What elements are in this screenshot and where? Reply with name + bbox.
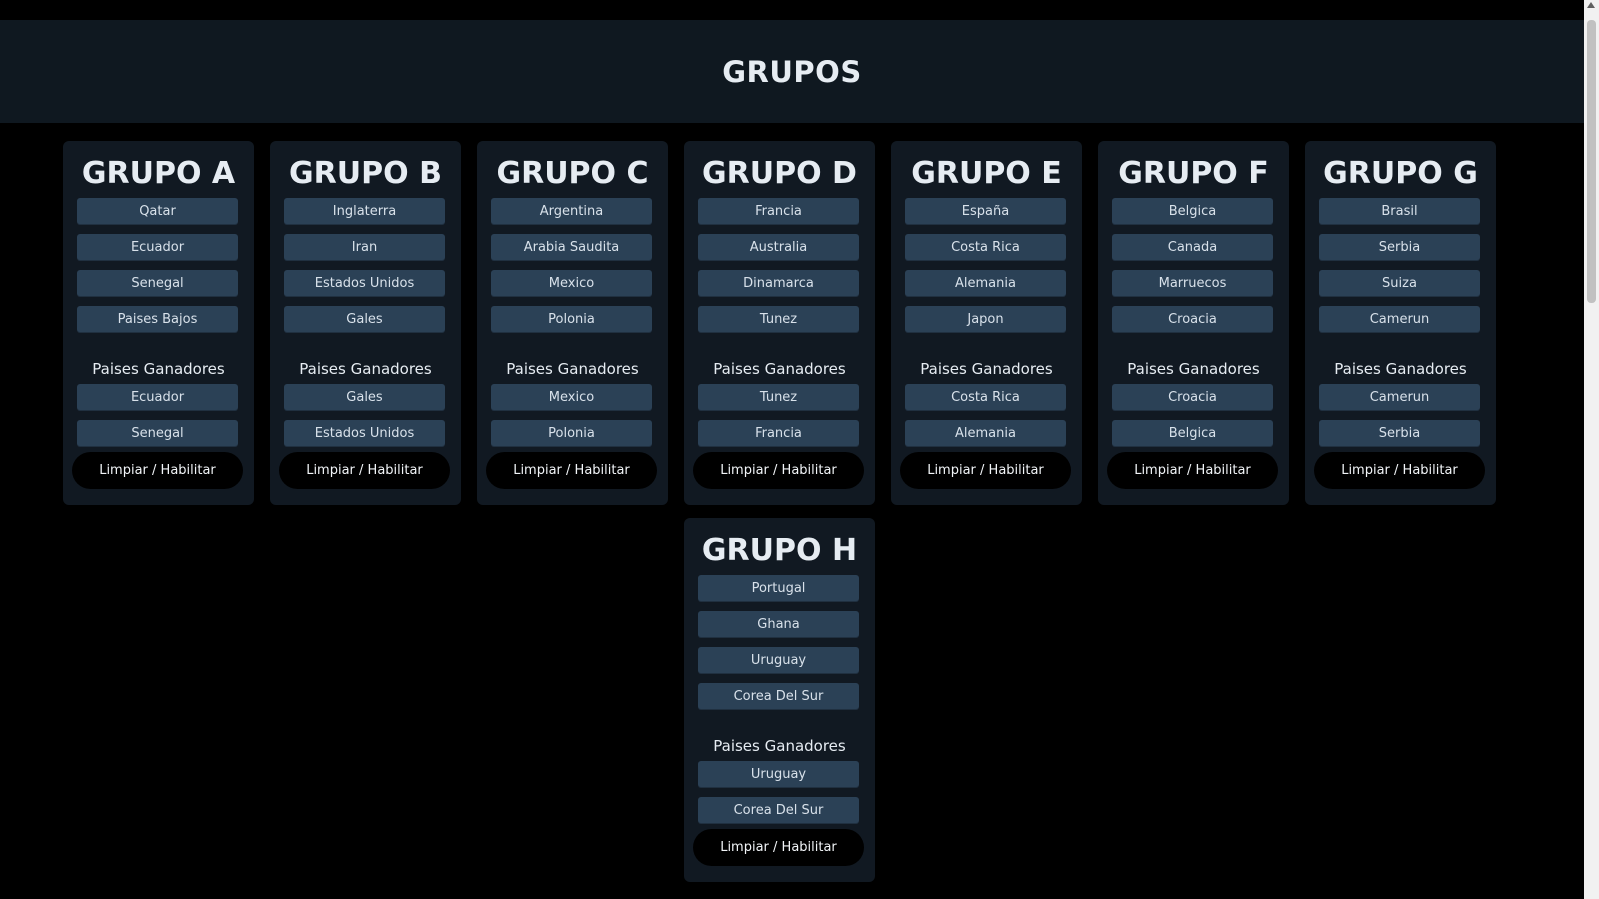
team-button[interactable]: Argentina: [491, 198, 652, 225]
group-title: GRUPO C: [496, 156, 649, 191]
team-button[interactable]: Inglaterra: [284, 198, 445, 225]
winner-item[interactable]: Serbia: [1319, 420, 1480, 447]
winner-item[interactable]: Ecuador: [77, 384, 238, 411]
winner-item[interactable]: Corea Del Sur: [698, 797, 859, 824]
group-card-c: GRUPO C Argentina Arabia Saudita Mexico Polo…: [477, 141, 668, 505]
team-button[interactable]: Belgica: [1112, 198, 1273, 225]
reset-enable-button[interactable]: Limpiar / Habilitar: [1107, 452, 1278, 489]
page-header: GRUPOS: [0, 20, 1584, 123]
page: GRUPOS GRUPO A Qatar Ecuador Senegal Paises …: [0, 0, 1584, 899]
scrollbar-thumb[interactable]: [1587, 20, 1596, 303]
team-button[interactable]: Suiza: [1319, 270, 1480, 297]
group-card-b: GRUPO B Inglaterra Iran Estados Unidos Gales…: [270, 141, 461, 505]
group-title: GRUPO E: [911, 156, 1062, 191]
reset-enable-button[interactable]: Limpiar / Habilitar: [279, 452, 450, 489]
group-card-a: GRUPO A Qatar Ecuador Senegal Paises Bajos Pa…: [63, 141, 254, 505]
team-button[interactable]: Gales: [284, 306, 445, 333]
team-button[interactable]: Alemania: [905, 270, 1066, 297]
winner-item[interactable]: Gales: [284, 384, 445, 411]
team-button[interactable]: Senegal: [77, 270, 238, 297]
group-title: GRUPO B: [289, 156, 442, 191]
team-button[interactable]: Australia: [698, 234, 859, 261]
team-button[interactable]: Tunez: [698, 306, 859, 333]
winners-label: Paises Ganadores: [713, 737, 846, 755]
group-title: GRUPO G: [1323, 156, 1478, 191]
winners-label: Paises Ganadores: [713, 360, 846, 378]
winner-item[interactable]: Polonia: [491, 420, 652, 447]
winners-label: Paises Ganadores: [506, 360, 639, 378]
group-title: GRUPO H: [701, 533, 858, 568]
team-button[interactable]: Uruguay: [698, 647, 859, 674]
team-button[interactable]: Dinamarca: [698, 270, 859, 297]
winners-label: Paises Ganadores: [920, 360, 1053, 378]
winner-item[interactable]: Francia: [698, 420, 859, 447]
winner-item[interactable]: Croacia: [1112, 384, 1273, 411]
winner-item[interactable]: Senegal: [77, 420, 238, 447]
team-button[interactable]: Estados Unidos: [284, 270, 445, 297]
team-button[interactable]: Brasil: [1319, 198, 1480, 225]
reset-enable-button[interactable]: Limpiar / Habilitar: [72, 452, 243, 489]
group-card-g: GRUPO G Brasil Serbia Suiza Camerun Paises Ga…: [1305, 141, 1496, 505]
team-button[interactable]: Portugal: [698, 575, 859, 602]
winner-item[interactable]: Costa Rica: [905, 384, 1066, 411]
winner-item[interactable]: Alemania: [905, 420, 1066, 447]
group-title: GRUPO D: [702, 156, 857, 191]
reset-enable-button[interactable]: Limpiar / Habilitar: [693, 452, 864, 489]
team-button[interactable]: Corea Del Sur: [698, 683, 859, 710]
reset-enable-button[interactable]: Limpiar / Habilitar: [486, 452, 657, 489]
winners-label: Paises Ganadores: [92, 360, 225, 378]
group-card-d: GRUPO D Francia Australia Dinamarca Tunez Pai…: [684, 141, 875, 505]
winner-item[interactable]: Camerun: [1319, 384, 1480, 411]
group-card-e: GRUPO E España Costa Rica Alemania Japon Pais…: [891, 141, 1082, 505]
team-button[interactable]: Costa Rica: [905, 234, 1066, 261]
winner-item[interactable]: Belgica: [1112, 420, 1273, 447]
group-title: GRUPO F: [1118, 156, 1269, 191]
reset-enable-button[interactable]: Limpiar / Habilitar: [900, 452, 1071, 489]
page-title: GRUPOS: [722, 54, 862, 89]
winners-label: Paises Ganadores: [1127, 360, 1260, 378]
vertical-scrollbar[interactable]: [1584, 0, 1599, 899]
team-button[interactable]: Polonia: [491, 306, 652, 333]
winner-item[interactable]: Estados Unidos: [284, 420, 445, 447]
team-button[interactable]: Ghana: [698, 611, 859, 638]
team-button[interactable]: Francia: [698, 198, 859, 225]
group-card-f: GRUPO F Belgica Canada Marruecos Croacia Pais…: [1098, 141, 1289, 505]
group-title: GRUPO A: [81, 156, 236, 191]
team-button[interactable]: Japon: [905, 306, 1066, 333]
team-button[interactable]: Iran: [284, 234, 445, 261]
reset-enable-button[interactable]: Limpiar / Habilitar: [1314, 452, 1485, 489]
winners-label: Paises Ganadores: [299, 360, 432, 378]
team-button[interactable]: Qatar: [77, 198, 238, 225]
winner-item[interactable]: Mexico: [491, 384, 652, 411]
team-button[interactable]: Paises Bajos: [77, 306, 238, 333]
winners-label: Paises Ganadores: [1334, 360, 1467, 378]
reset-enable-button[interactable]: Limpiar / Habilitar: [693, 829, 864, 866]
viewport: GRUPOS GRUPO A Qatar Ecuador Senegal Paises …: [0, 0, 1599, 899]
team-button[interactable]: Croacia: [1112, 306, 1273, 333]
team-button[interactable]: España: [905, 198, 1066, 225]
scroll-up-arrow-icon[interactable]: [1587, 2, 1595, 8]
team-button[interactable]: Arabia Saudita: [491, 234, 652, 261]
group-card-h: GRUPO H Portugal Ghana Uruguay Corea Del Sur…: [684, 518, 875, 882]
team-button[interactable]: Serbia: [1319, 234, 1480, 261]
team-button[interactable]: Mexico: [491, 270, 652, 297]
team-button[interactable]: Camerun: [1319, 306, 1480, 333]
team-button[interactable]: Canada: [1112, 234, 1273, 261]
winner-item[interactable]: Tunez: [698, 384, 859, 411]
team-button[interactable]: Marruecos: [1112, 270, 1273, 297]
team-button[interactable]: Ecuador: [77, 234, 238, 261]
winner-item[interactable]: Uruguay: [698, 761, 859, 788]
